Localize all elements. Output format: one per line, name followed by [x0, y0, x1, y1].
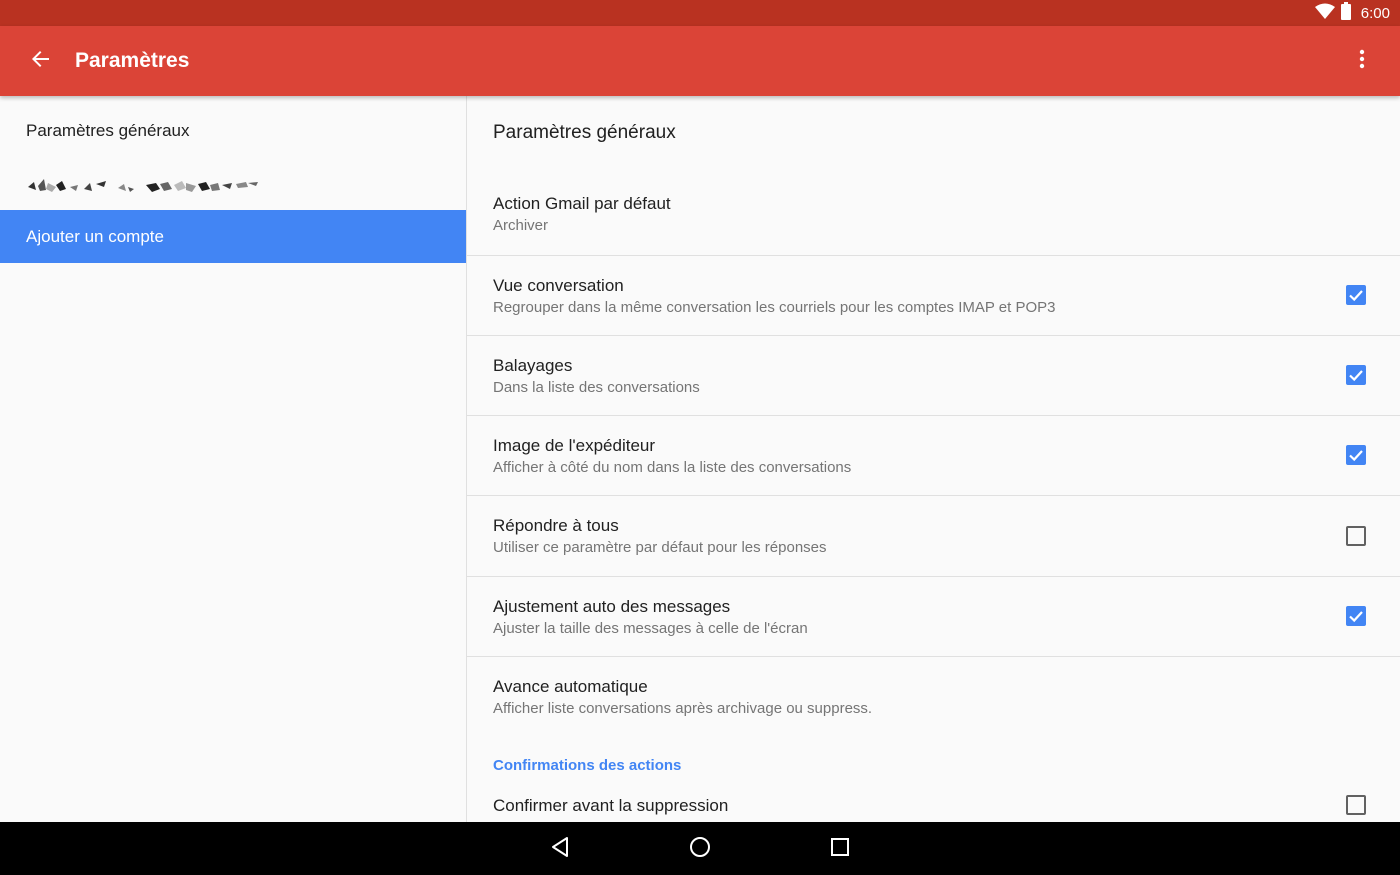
sidebar-item-general[interactable]: Paramètres généraux	[0, 96, 466, 166]
pref-reply-all[interactable]: Répondre à tous Utiliser ce paramètre pa…	[467, 495, 1400, 577]
nav-recents-button[interactable]	[820, 830, 860, 868]
app-bar: Paramètres	[0, 26, 1400, 96]
pref-title: Ajustement auto des messages	[493, 597, 731, 616]
status-bar: 6:00	[0, 0, 1400, 26]
pref-summary: Utiliser ce paramètre par défaut pour le…	[493, 539, 827, 556]
pref-auto-fit-messages[interactable]: Ajustement auto des messages Ajuster la …	[467, 576, 1400, 657]
pref-title: Vue conversation	[493, 276, 624, 295]
pref-title: Répondre à tous	[493, 516, 619, 535]
pref-checkbox[interactable]	[1346, 795, 1366, 815]
category-header: Confirmations des actions	[493, 757, 682, 774]
pref-title: Balayages	[493, 356, 573, 375]
pref-title: Avance automatique	[493, 677, 648, 696]
pref-checkbox[interactable]	[1346, 285, 1366, 305]
pref-checkbox[interactable]	[1346, 606, 1366, 626]
pref-swipe-actions[interactable]: Balayages Dans la liste des conversation…	[467, 335, 1400, 416]
arrow-back-icon	[30, 49, 50, 74]
pref-summary: Ajuster la taille des messages à celle d…	[493, 620, 808, 637]
recents-square-icon	[831, 837, 849, 861]
settings-detail-pane: Paramètres généraux Action Gmail par déf…	[467, 96, 1400, 822]
section-heading: Paramètres généraux	[493, 122, 676, 143]
back-triangle-icon	[550, 836, 570, 863]
pref-checkbox[interactable]	[1346, 365, 1366, 385]
pref-default-action[interactable]: Action Gmail par défaut Archiver	[467, 174, 1400, 256]
pref-sender-image[interactable]: Image de l'expéditeur Afficher à côté du…	[467, 415, 1400, 496]
settings-sidebar: Paramètres généraux Ajouter un compte	[0, 96, 467, 822]
wifi-icon	[1314, 3, 1335, 24]
sidebar-item-add-account[interactable]: Ajouter un compte	[0, 210, 466, 263]
pref-title: Action Gmail par défaut	[493, 194, 671, 213]
pref-summary: Archiver	[493, 217, 549, 234]
more-vert-icon	[1359, 49, 1365, 74]
home-circle-icon	[689, 836, 711, 863]
page-title: Paramètres	[75, 49, 190, 72]
pref-title: Confirmer avant la suppression	[493, 796, 729, 815]
pref-summary: Afficher à côté du nom dans la liste des…	[493, 459, 852, 476]
back-button[interactable]	[20, 41, 60, 81]
redacted-account-email	[26, 175, 260, 202]
pref-summary: Afficher liste conversations après archi…	[493, 700, 873, 717]
pref-summary: Regrouper dans la même conversation les …	[493, 299, 1056, 316]
nav-back-button[interactable]	[540, 830, 580, 868]
pref-checkbox[interactable]	[1346, 445, 1366, 465]
pref-confirm-delete[interactable]: Confirmer avant la suppression	[467, 784, 1400, 822]
pref-title: Image de l'expéditeur	[493, 436, 656, 455]
nav-home-button[interactable]	[680, 830, 720, 868]
battery-icon	[1340, 1, 1351, 25]
system-nav-bar	[0, 822, 1400, 875]
clock: 6:00	[1360, 4, 1390, 22]
more-options-button[interactable]	[1342, 41, 1382, 81]
sidebar-item-account[interactable]	[0, 166, 466, 210]
status-icons: 6:00	[1314, 0, 1390, 26]
pref-checkbox[interactable]	[1346, 526, 1366, 546]
pref-summary: Dans la liste des conversations	[493, 379, 700, 396]
pref-auto-advance[interactable]: Avance automatique Afficher liste conver…	[467, 656, 1400, 726]
pref-conversation-view[interactable]: Vue conversation Regrouper dans la même …	[467, 255, 1400, 336]
